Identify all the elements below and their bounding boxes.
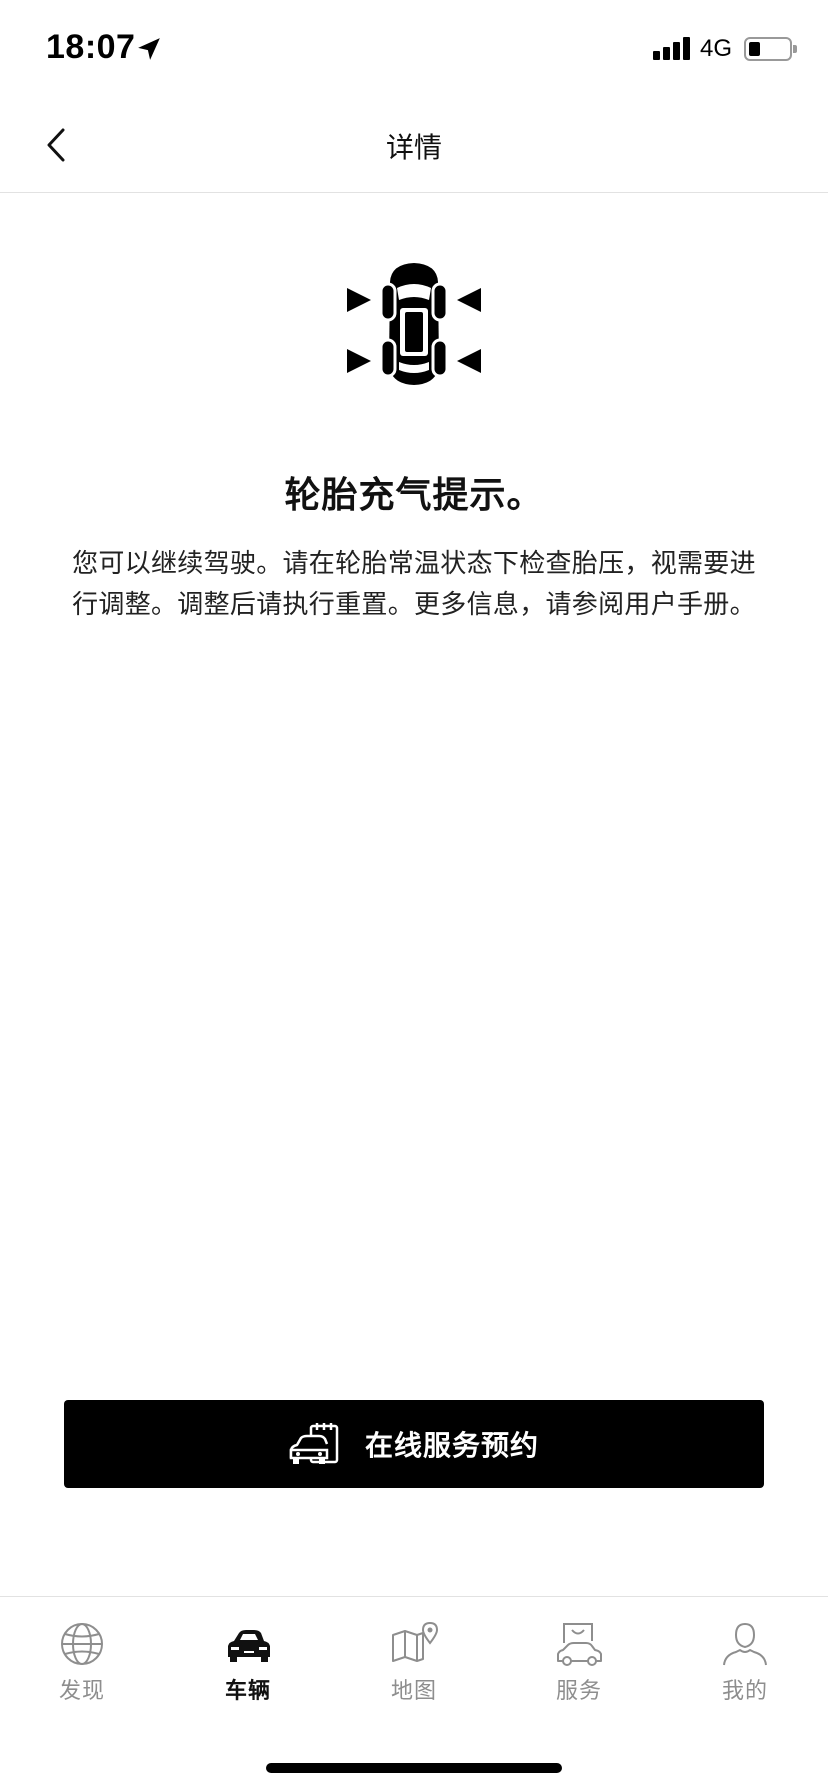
tab-label: 发现	[58, 1679, 105, 1704]
network-type: 4G	[699, 35, 732, 62]
tab-label: 车辆	[224, 1679, 271, 1704]
home-indicator[interactable]	[266, 1763, 562, 1773]
tab-label: 地图	[390, 1679, 437, 1704]
status-indicators: 4G	[652, 34, 797, 64]
tab-label: 我的	[721, 1679, 768, 1704]
alert-description: 您可以继续驾驶。请在轮胎常温状态下检查胎压，视需要进行调整。调整后请执行重置。更…	[72, 549, 756, 620]
signal-icon	[652, 36, 691, 62]
globe-icon	[61, 1623, 103, 1665]
cta-label: 在线服务预约	[364, 1429, 539, 1462]
online-service-booking-button[interactable]: 在线服务预约	[64, 1400, 764, 1488]
tire-pressure-car-icon	[347, 263, 481, 385]
shopping-bag-car-icon	[557, 1623, 602, 1666]
car-icon	[228, 1630, 270, 1662]
tab-profile[interactable]: 我的	[685, 1621, 805, 1711]
map-pin-icon	[392, 1621, 438, 1662]
page-title: 详情	[385, 131, 442, 164]
person-icon	[723, 1622, 767, 1666]
service-booking-car-icon	[289, 1423, 339, 1464]
tab-service[interactable]: 服务	[519, 1621, 639, 1711]
status-time: 18:07	[46, 28, 136, 66]
status-bar: 18:07 4G	[0, 0, 828, 100]
tab-label: 服务	[555, 1679, 602, 1704]
alert-title: 轮胎充气提示。	[284, 475, 544, 516]
location-arrow-icon	[138, 38, 160, 60]
tab-map[interactable]: 地图	[354, 1621, 474, 1711]
tab-vehicle[interactable]: 车辆	[188, 1621, 308, 1711]
nav-bar: 详情	[0, 100, 828, 193]
tab-discover[interactable]: 发现	[22, 1621, 142, 1711]
battery-icon	[744, 37, 797, 61]
